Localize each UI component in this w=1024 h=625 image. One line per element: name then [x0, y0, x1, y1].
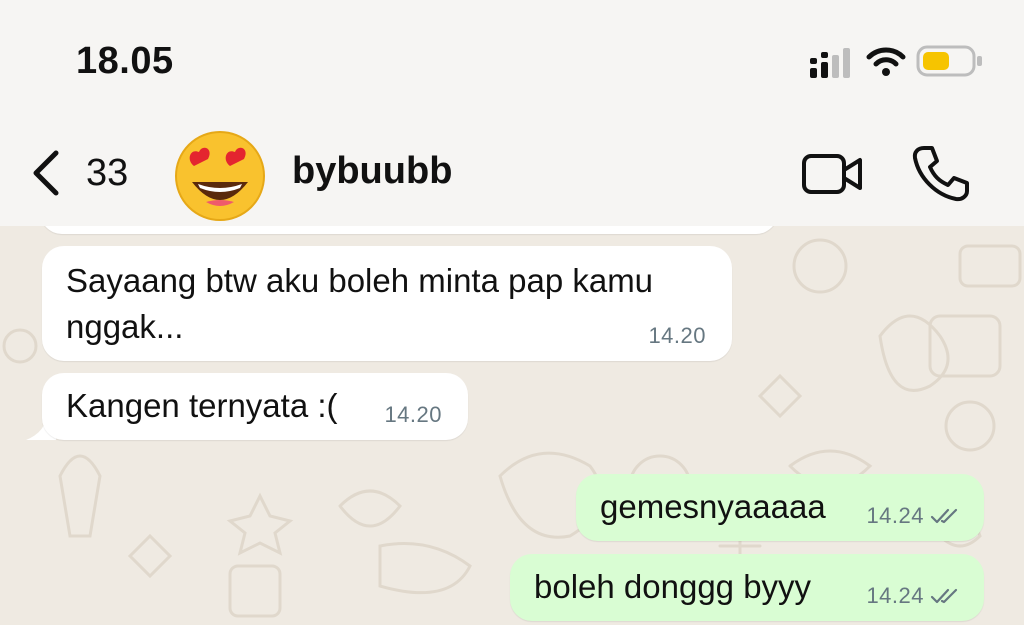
message-text: gemesnyaaaaa — [600, 488, 826, 525]
contact-name[interactable]: bybuubb — [292, 150, 452, 193]
chat-area[interactable]: Sayaang btw aku boleh minta pap kamu ngg… — [0, 226, 1024, 625]
battery-icon — [916, 45, 982, 77]
message-time: 14.24 — [866, 503, 924, 528]
status-time: 18.05 — [76, 40, 174, 82]
message-time: 14.20 — [384, 402, 442, 427]
message-bubble-outgoing[interactable]: boleh donggg byyy 14.24 — [510, 554, 984, 621]
read-receipt-icon — [930, 508, 958, 524]
phone-call-icon[interactable] — [910, 142, 972, 204]
message-bubble-incoming[interactable]: Sayaang btw aku boleh minta pap kamu ngg… — [42, 246, 732, 361]
message-bubble-outgoing[interactable]: gemesnyaaaaa 14.24 — [576, 474, 984, 541]
avatar[interactable] — [172, 126, 268, 222]
video-call-icon[interactable] — [800, 146, 864, 202]
previous-message-bubble — [40, 226, 778, 234]
unread-count: 33 — [86, 151, 129, 194]
message-text: boleh donggg byyy — [534, 568, 812, 605]
back-button[interactable]: 33 — [20, 138, 150, 208]
message-text: Kangen ternyata :( — [66, 387, 338, 424]
cellular-signal-icon — [810, 48, 850, 78]
message-time: 14.20 — [648, 323, 706, 348]
message-bubble-incoming[interactable]: Kangen ternyata :( 14.20 — [42, 373, 468, 440]
wifi-icon — [866, 47, 906, 76]
chat-header: 18.05 33 bybuubb — [0, 0, 1024, 226]
read-receipt-icon — [930, 588, 958, 604]
chevron-left-icon — [33, 150, 59, 196]
message-text: Sayaang btw aku boleh minta pap kamu ngg… — [66, 262, 654, 345]
message-time: 14.24 — [866, 583, 924, 608]
